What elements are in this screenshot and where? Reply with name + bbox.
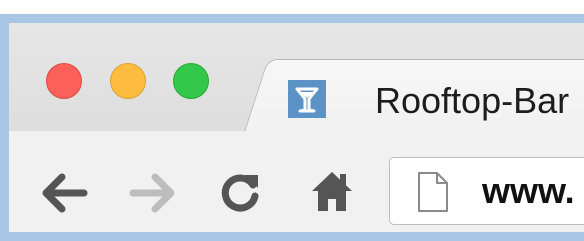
arrow-right-icon[interactable] (127, 173, 177, 213)
home-icon[interactable] (309, 168, 355, 214)
arrow-left-icon[interactable] (40, 173, 90, 213)
cocktail-glass-icon (288, 80, 326, 118)
zoom-window-button[interactable] (173, 63, 209, 99)
url-text: www. (482, 170, 575, 211)
browser-window: Rooftop-Bar www. (9, 23, 584, 232)
omnibox[interactable]: www. (389, 157, 584, 225)
tab-strip: Rooftop-Bar (9, 23, 584, 138)
close-window-button[interactable] (46, 63, 82, 99)
reload-icon[interactable] (217, 169, 263, 215)
minimize-window-button[interactable] (110, 63, 146, 99)
page-icon (418, 172, 448, 212)
tab-content: Rooftop-Bar (285, 73, 584, 129)
toolbar: www. (9, 131, 584, 232)
tab-title: Rooftop-Bar (375, 80, 570, 121)
